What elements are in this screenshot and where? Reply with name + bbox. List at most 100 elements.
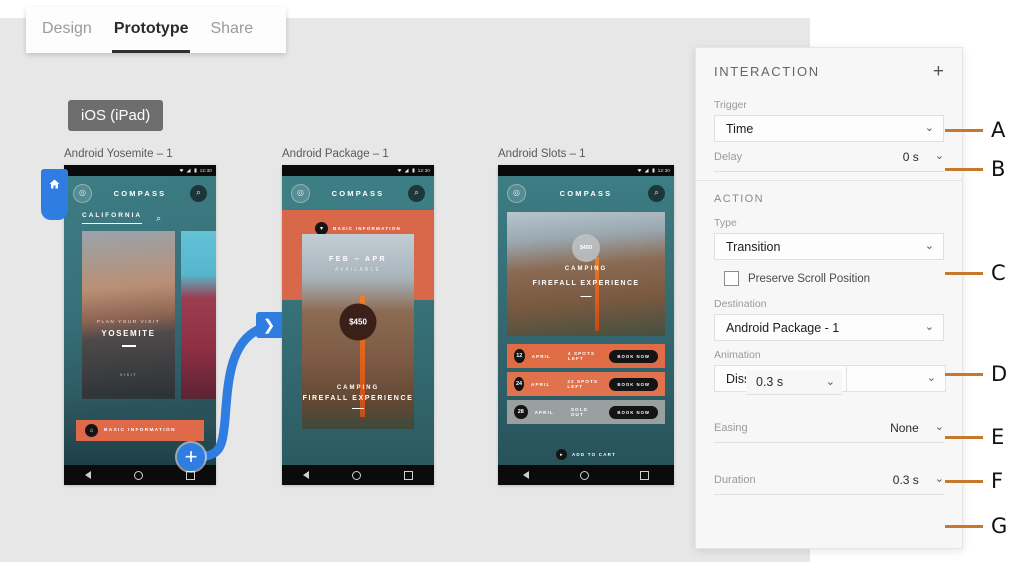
app-header: ◎ COMPASS ⌕ xyxy=(498,176,674,210)
home-icon[interactable] xyxy=(133,470,143,480)
phone-frame: 12:30 ◎ COMPASS ⌕ $450 CAMPING FIREFALL … xyxy=(498,165,674,485)
cta-label: BASIC INFORMATION xyxy=(104,428,176,433)
duration-row[interactable]: Duration 0.3 s ⌄ xyxy=(714,465,944,495)
compass-icon[interactable]: ◎ xyxy=(291,183,310,203)
destination-card[interactable]: PLAN YOUR VISIT YOSEMITE VISIT xyxy=(82,231,175,399)
back-icon[interactable] xyxy=(85,471,92,479)
chevron-down-icon: ⌄ xyxy=(934,421,944,433)
back-icon[interactable] xyxy=(523,471,530,479)
callout-line xyxy=(945,168,983,171)
add-to-cart-button[interactable]: ▸ ADD TO CART xyxy=(498,449,674,460)
artboard-android-package[interactable]: Android Package – 1 12:30 ◎ COMPASS ⌕ ▾ … xyxy=(282,148,434,485)
panel-header: INTERACTION + xyxy=(696,48,962,91)
home-screen-flag[interactable] xyxy=(41,169,68,220)
compass-icon[interactable]: ◎ xyxy=(507,183,526,203)
battery-icon xyxy=(194,168,197,173)
destination-value: Android Package - 1 xyxy=(726,320,840,335)
package-screen: ◎ COMPASS ⌕ ▾ BASIC INFORMATION FEB – AP… xyxy=(282,176,434,465)
callout-letter: C xyxy=(991,261,1006,285)
preserve-scroll-row[interactable]: Preserve Scroll Position xyxy=(696,260,962,290)
animation-secondary-select[interactable]: ⌄ xyxy=(846,365,946,392)
basic-information-cta[interactable]: ⌂ BASIC INFORMATION xyxy=(76,420,204,441)
callout-letter: F xyxy=(991,469,1004,493)
destination-card-secondary[interactable] xyxy=(181,231,216,399)
search-icon[interactable]: ⌕ xyxy=(190,184,207,202)
artboard-label[interactable]: Android Package – 1 xyxy=(282,148,434,160)
destination-select[interactable]: Android Package - 1 ⌄ xyxy=(714,314,944,341)
status-time: 12:30 xyxy=(657,168,670,173)
delay-row[interactable]: Delay 0 s ⌄ xyxy=(714,142,944,172)
action-section-title: ACTION xyxy=(714,193,764,205)
preserve-scroll-checkbox[interactable] xyxy=(724,271,739,286)
slot-month: APRIL xyxy=(531,381,551,387)
wifi-icon xyxy=(637,168,642,172)
book-now-button[interactable]: BOOK NOW xyxy=(609,405,658,419)
search-icon[interactable]: ⌕ xyxy=(156,213,161,223)
signal-icon xyxy=(644,168,649,173)
card-kicker: PLAN YOUR VISIT xyxy=(96,319,161,324)
connector-target-arrow[interactable]: ❯ xyxy=(256,312,282,338)
destination-label: Destination xyxy=(714,298,767,310)
slot-row[interactable]: 28 APRIL SOLD OUT BOOK NOW xyxy=(507,400,665,424)
slot-row[interactable]: 24 APRIL 22 SPOTS LEFT BOOK NOW xyxy=(507,372,665,396)
slot-day: 24 xyxy=(514,377,525,391)
easing-label: Easing xyxy=(714,421,748,434)
slot-row[interactable]: 12 APRIL 4 SPOTS LEFT BOOK NOW xyxy=(507,344,665,368)
connector-source-node[interactable]: + xyxy=(177,443,205,471)
card-title: YOSEMITE xyxy=(101,329,156,338)
signal-icon xyxy=(186,168,191,173)
slot-day: 12 xyxy=(514,349,525,363)
slot-status: SOLD OUT xyxy=(570,407,589,417)
easing-value: None xyxy=(890,420,919,435)
cart-icon: ▸ xyxy=(555,449,567,460)
callout-b: B xyxy=(945,159,1005,180)
chevron-down-icon: ⌄ xyxy=(924,321,934,333)
artboard-android-slots[interactable]: Android Slots – 1 12:30 ◎ COMPASS ⌕ $450… xyxy=(498,148,674,485)
tab-design[interactable]: Design xyxy=(42,20,92,41)
screen-content: ◎ COMPASS ⌕ CALIFORNIA ⌕ PLAN YOUR VISIT… xyxy=(64,176,216,465)
trigger-select[interactable]: Time ⌄ xyxy=(714,115,944,142)
book-now-button[interactable]: BOOK NOW xyxy=(609,377,658,391)
tab-share[interactable]: Share xyxy=(210,20,253,41)
house-icon xyxy=(49,179,60,189)
screen-content: ◎ COMPASS ⌕ $450 CAMPING FIREFALL EXPERI… xyxy=(498,176,674,465)
artboard-label[interactable]: Android Slots – 1 xyxy=(498,148,674,160)
easing-row[interactable]: Easing None ⌄ xyxy=(714,413,944,443)
add-interaction-button[interactable]: + xyxy=(933,62,944,81)
recents-icon[interactable] xyxy=(403,470,413,480)
duration-value: 0.3 s xyxy=(892,472,919,487)
package-card[interactable]: FEB – APR AVAILABLE $450 CAMPING FIREFAL… xyxy=(302,234,414,429)
back-icon[interactable] xyxy=(303,471,310,479)
recents-icon[interactable] xyxy=(185,470,195,480)
callout-a: A xyxy=(945,120,1005,141)
hero-kicker: CAMPING xyxy=(564,266,608,272)
card-kicker: CAMPING xyxy=(336,384,380,391)
recents-icon[interactable] xyxy=(639,470,649,480)
animation-duration-overlay[interactable]: 0.3 s ⌄ xyxy=(746,370,842,395)
animation-duration-value: 0.3 s xyxy=(756,375,784,389)
region-tab-california[interactable]: CALIFORNIA xyxy=(82,212,143,224)
artboard-android-yosemite[interactable]: Android Yosemite – 1 12:30 ◎ COMPASS ⌕ C… xyxy=(64,148,216,485)
status-time: 12:30 xyxy=(417,168,430,173)
device-badge[interactable]: iOS (iPad) xyxy=(68,100,164,131)
cart-label: ADD TO CART xyxy=(571,452,617,457)
tab-prototype[interactable]: Prototype xyxy=(111,20,191,53)
callout-d: D xyxy=(945,364,1007,385)
trigger-label: Trigger xyxy=(714,99,747,111)
app-brand: COMPASS xyxy=(331,188,385,198)
book-now-button[interactable]: BOOK NOW xyxy=(609,349,658,363)
app-header: ◎ COMPASS ⌕ xyxy=(64,176,216,210)
home-icon[interactable] xyxy=(351,470,361,480)
app-header: ◎ COMPASS ⌕ xyxy=(282,176,434,210)
status-bar: 12:30 xyxy=(64,165,216,176)
card-text: PLAN YOUR VISIT YOSEMITE VISIT xyxy=(82,319,175,377)
phone-frame: 12:30 ◎ COMPASS ⌕ ▾ BASIC INFORMATION FE… xyxy=(282,165,434,485)
mode-tabbar: Design Prototype Share xyxy=(26,7,286,53)
search-icon[interactable]: ⌕ xyxy=(648,184,665,202)
compass-icon[interactable]: ◎ xyxy=(73,183,92,203)
search-icon[interactable]: ⌕ xyxy=(408,184,425,202)
artboard-label[interactable]: Android Yosemite – 1 xyxy=(64,148,216,160)
home-icon[interactable] xyxy=(579,470,589,480)
type-select[interactable]: Transition ⌄ xyxy=(714,233,944,260)
hero-card[interactable]: $450 CAMPING FIREFALL EXPERIENCE xyxy=(507,212,665,336)
